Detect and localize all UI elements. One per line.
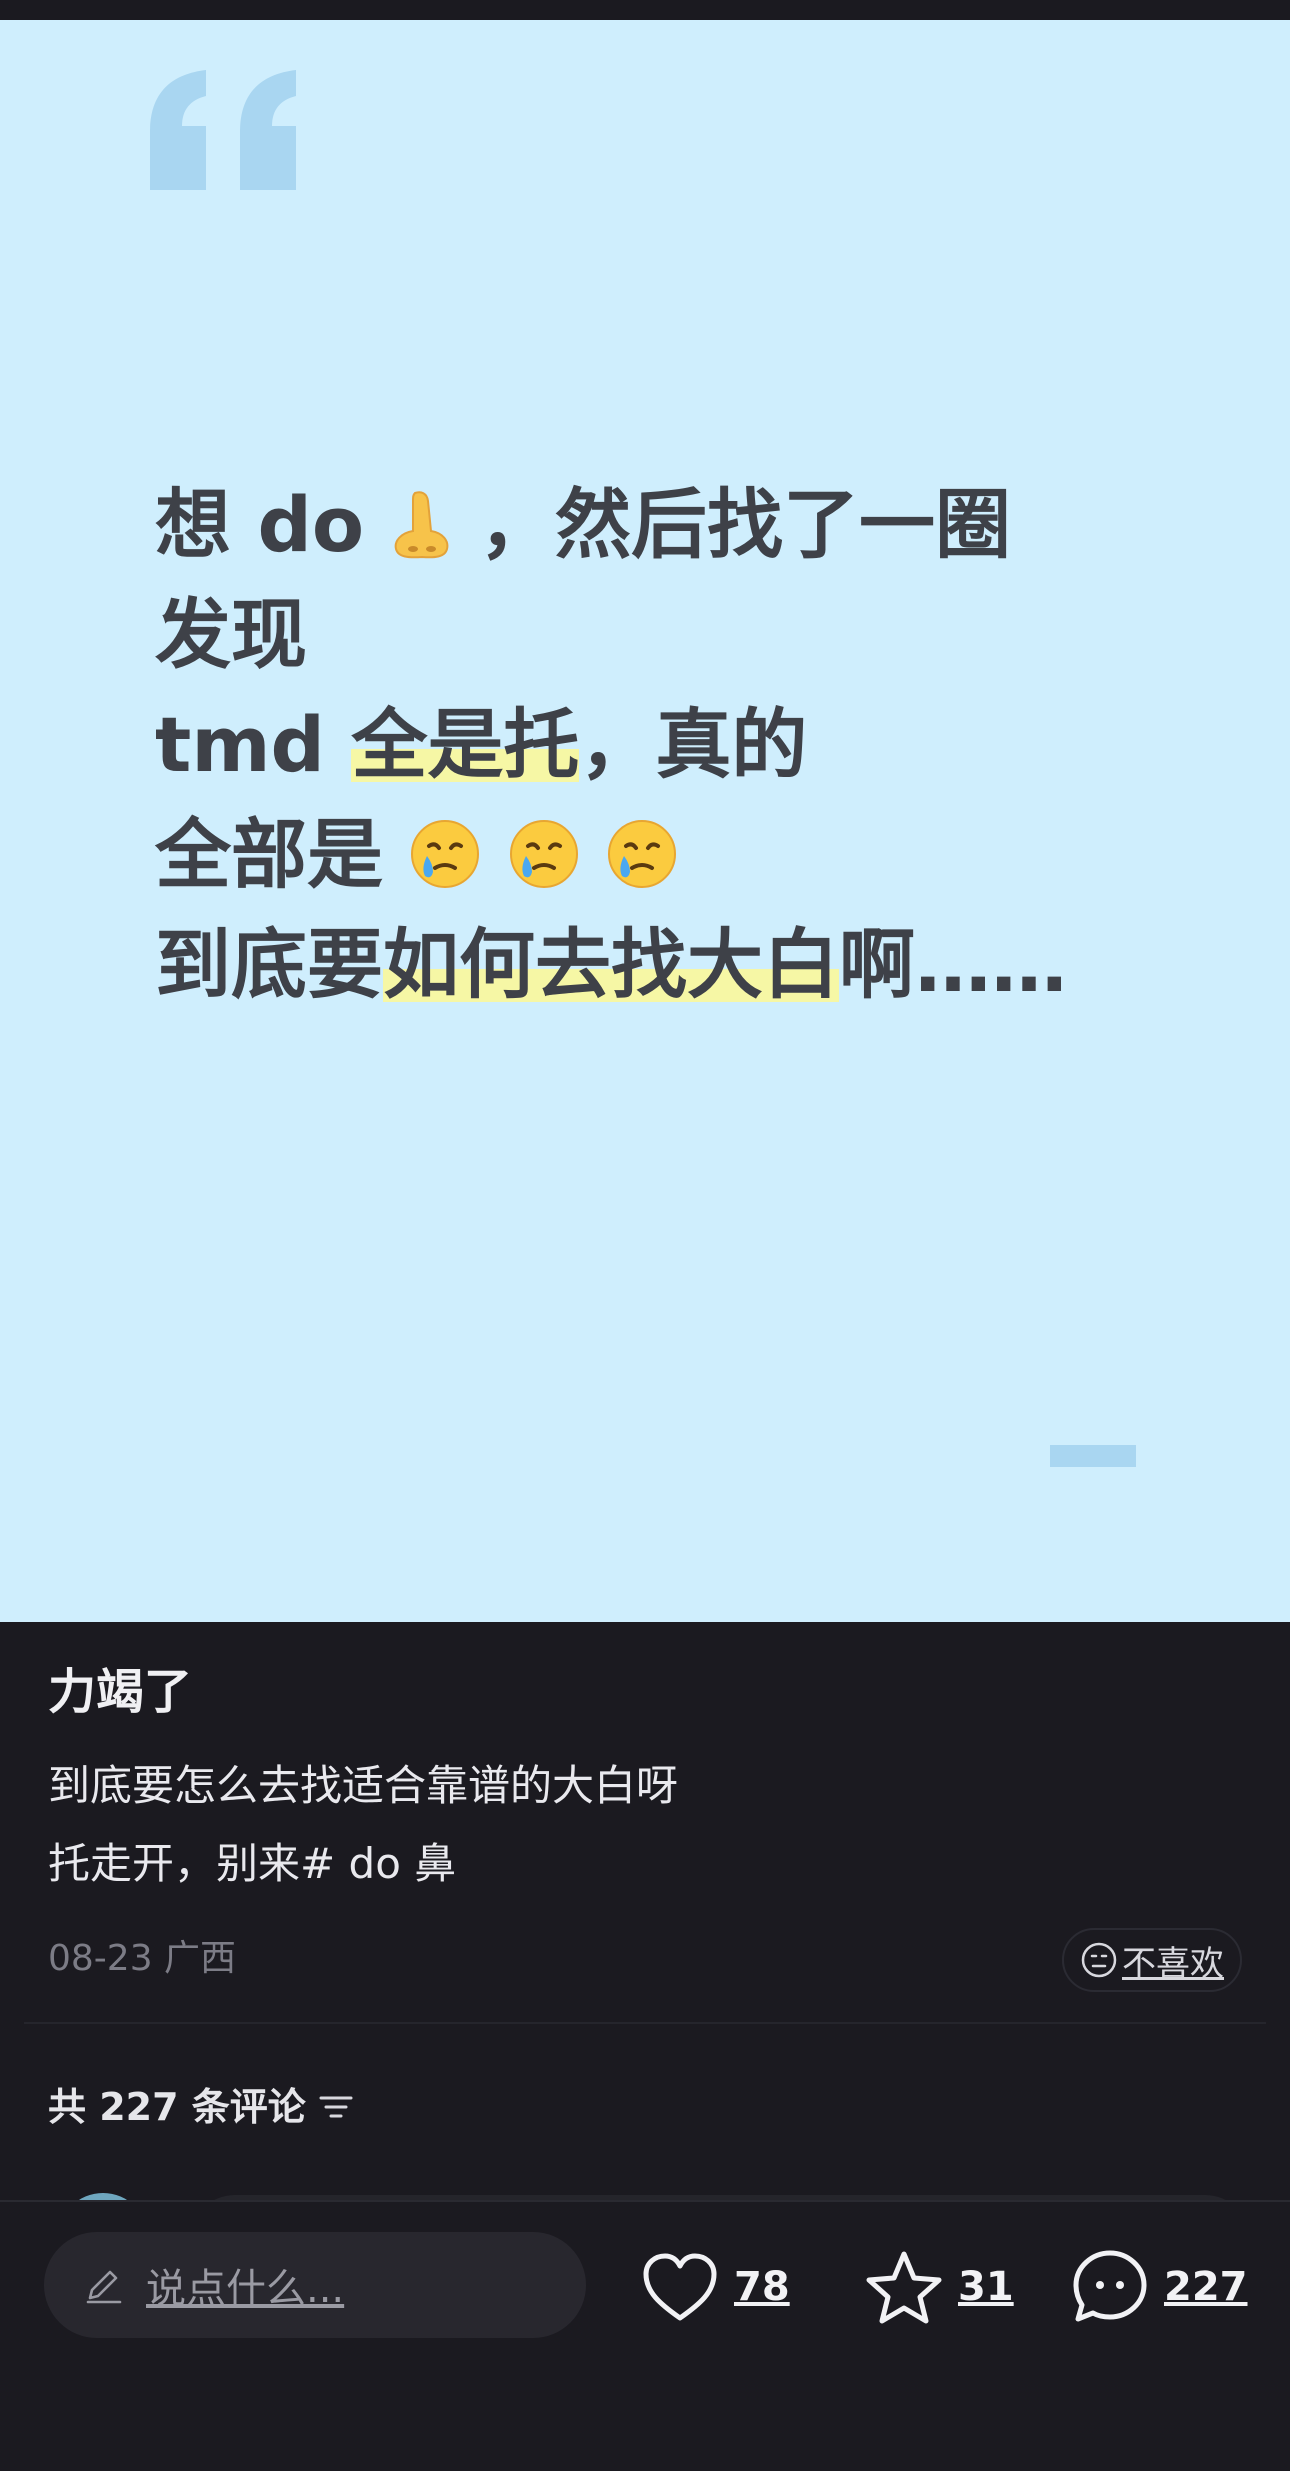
- card-line-5-highlight: 如何去找大白: [383, 920, 839, 1009]
- card-line-3-highlight: 全是托: [351, 700, 580, 789]
- comments-count-label: 共 227 条评论: [48, 2085, 306, 2129]
- card-quote-text: 想 do ，然后找了一圈 发现 tmd 全是托，真的 全部是 到底要如何去找大白…: [155, 470, 1255, 1020]
- card-line-1-text-b: ，然后找了一圈: [479, 480, 1012, 569]
- card-line-4: 全部是: [155, 800, 1255, 910]
- card-line-5-text-b: 啊……: [839, 920, 1067, 1009]
- card-line-4-text: 全部是: [155, 810, 383, 899]
- heart-icon: [643, 2253, 717, 2321]
- crying-face-emoji-icon: [608, 820, 677, 888]
- section-divider: [24, 2022, 1266, 2024]
- card-line-3-text-a: tmd: [155, 700, 352, 789]
- nose-emoji-icon: [394, 491, 448, 559]
- comments-header[interactable]: 共 227 条评论: [48, 2082, 354, 2132]
- card-line-5-text-a: 到底要: [155, 920, 383, 1009]
- card-line-2: 发现: [155, 590, 307, 679]
- card-line-1-text-a: 想 do: [155, 480, 365, 569]
- crying-face-emoji-icon: [411, 820, 480, 888]
- comment-input-placeholder: 说点什么...: [146, 2266, 345, 2312]
- comment-button[interactable]: 227: [1070, 2242, 1248, 2332]
- card-line-3-text-b: ，真的: [579, 700, 808, 789]
- crying-face-emoji-icon: [509, 820, 578, 888]
- post-title: 力竭了: [48, 1664, 193, 1720]
- dislike-label: 不喜欢: [1122, 1943, 1224, 1984]
- favorite-button[interactable]: 31: [864, 2242, 1014, 2332]
- card-line-3: tmd 全是托，真的: [155, 690, 1255, 800]
- note-image-card[interactable]: 想 do ，然后找了一圈 发现 tmd 全是托，真的 全部是 到底要如何去找大白…: [0, 20, 1290, 1622]
- like-button[interactable]: 78: [640, 2242, 790, 2332]
- comment-bubble-icon: [1073, 2250, 1147, 2322]
- like-count: 78: [734, 2264, 790, 2310]
- status-bar: [0, 0, 1290, 20]
- post-body-line-1: 到底要怎么去找适合靠谱的大白呀: [48, 1761, 679, 1810]
- pencil-icon: [86, 2270, 122, 2304]
- post-body: 到底要怎么去找适合靠谱的大白呀 托走开，别来# do 鼻: [48, 1747, 678, 1903]
- quote-mark-icon: [150, 70, 296, 190]
- comment-input[interactable]: 说点什么...: [44, 2232, 586, 2338]
- comment-count: 227: [1164, 2264, 1248, 2310]
- note-detail-screen: 想 do ，然后找了一圈 发现 tmd 全是托，真的 全部是 到底要如何去找大白…: [0, 0, 1290, 2471]
- star-icon: [866, 2251, 942, 2324]
- card-line-5: 到底要如何去找大白啊……: [155, 910, 1255, 1020]
- card-line-1: 想 do ，然后找了一圈: [155, 470, 1255, 580]
- dislike-button[interactable]: 不喜欢: [1062, 1928, 1242, 1992]
- favorite-count: 31: [958, 2264, 1014, 2310]
- bottom-action-bar: 说点什么... 78 31 227: [0, 2200, 1290, 2471]
- post-date-location: 08-23 广西: [48, 1938, 237, 1979]
- neutral-face-icon: [1081, 1942, 1117, 1978]
- card-decoration-dash: [1050, 1445, 1136, 1467]
- sort-filter-icon[interactable]: [318, 2092, 354, 2122]
- post-body-line-2[interactable]: 托走开，别来# do 鼻: [48, 1825, 678, 1903]
